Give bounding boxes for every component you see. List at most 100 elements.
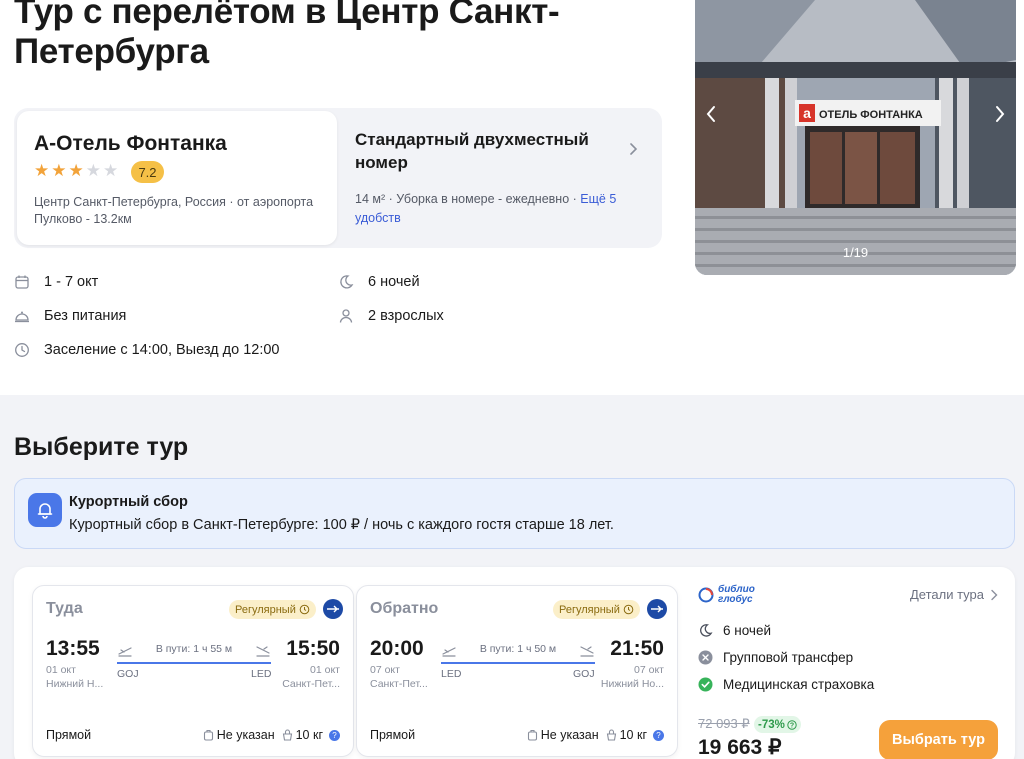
airline-logo-icon — [647, 599, 667, 619]
arrival-city: Нижний Но... — [600, 678, 664, 690]
history-icon — [299, 604, 310, 615]
departure-city: Санкт-Пет... — [370, 678, 428, 690]
detail-checkin: Заселение с 14:00, Выезд до 12:00 — [14, 342, 280, 358]
page-title: Тур с перелётом в Центр Санкт-Петербурга — [14, 0, 560, 71]
check-circle-icon — [698, 677, 713, 692]
hotel-card[interactable]: А-Отель Фонтанка ★ ★ ★ ★ ★ 7.2 Центр Сан… — [17, 111, 337, 245]
discount-badge: -73% ? — [754, 716, 801, 733]
tour-details-label: Детали тура — [909, 587, 984, 602]
detail-guests: 2 взрослых — [338, 308, 444, 324]
tour-option-card: Туда Регулярный 13:55 01 окт Нижний Н...… — [14, 567, 1015, 759]
departure-code: LED — [441, 668, 462, 680]
resort-fee-text: Курортный сбор в Санкт-Петербурге: 100 ₽… — [69, 517, 614, 533]
operator-name-line2: глобус — [718, 594, 753, 605]
detail-nights: 6 ночей — [338, 274, 420, 290]
tour-details: 1 - 7 окт Без питания Заселение с 14:00,… — [14, 274, 654, 374]
star-empty-icon: ★ — [85, 161, 101, 180]
arrival-time: 15:50 — [286, 637, 340, 660]
regular-flight-badge: Регулярный — [553, 600, 640, 619]
info-circle-icon[interactable]: ? — [787, 719, 797, 730]
flight-direction: Туда — [46, 600, 83, 617]
feature-transfer: Групповой трансфер — [698, 650, 853, 665]
hotel-name[interactable]: А-Отель Фонтанка — [34, 132, 227, 156]
tour-summary: библио глобус Детали тура 6 ночей Группо… — [698, 585, 998, 759]
arrival-date: 01 окт — [310, 664, 340, 676]
detail-meals-text: Без питания — [44, 308, 127, 324]
feature-transfer-text: Групповой трансфер — [723, 650, 854, 665]
arrival-time: 21:50 — [610, 637, 664, 660]
route-line — [441, 662, 595, 664]
moon-icon — [700, 624, 713, 637]
operator-logo-icon — [698, 587, 714, 603]
room-title[interactable]: Стандартный двухместный номер — [355, 128, 625, 174]
moon-icon — [340, 275, 354, 289]
flight-direction: Обратно — [370, 600, 439, 617]
baggage-text: Не указан — [540, 728, 599, 742]
chevron-right-icon[interactable] — [626, 142, 640, 156]
resort-fee-title: Курортный сбор — [69, 494, 188, 510]
chevron-right-icon — [991, 589, 998, 600]
baggage-info: Не указан — [527, 728, 599, 742]
airline-logo-icon — [323, 599, 343, 619]
suitcase-icon — [527, 729, 537, 741]
gallery-next-icon[interactable] — [992, 104, 1008, 124]
calendar-icon — [15, 275, 29, 289]
star-icon: ★ — [34, 161, 50, 180]
hand-baggage-text: 10 кг — [295, 728, 323, 742]
room-meta-text: 14 м² · Уборка в номере - ежедневно · — [355, 192, 581, 206]
star-icon: ★ — [68, 161, 84, 180]
feature-insurance: Медицинская страховка — [698, 677, 874, 692]
info-icon[interactable]: ? — [329, 729, 340, 741]
cross-circle-icon — [698, 650, 713, 665]
detail-dates: 1 - 7 окт — [14, 274, 98, 290]
bag-icon — [606, 729, 616, 741]
hotel-photo: а ОТЕЛЬ ФОНТАНКА — [695, 0, 1016, 275]
landing-icon — [580, 646, 594, 657]
room-meta: 14 м² · Уборка в номере - ежедневно · Ещ… — [355, 190, 645, 228]
tour-details-link[interactable]: Детали тура — [910, 587, 998, 602]
flight-footer: Прямой Не указан 10 кг ? — [46, 728, 340, 742]
flight-return[interactable]: Обратно Регулярный 20:00 07 окт Санкт-Пе… — [356, 585, 678, 757]
tour-selection: Выберите тур Курортный сбор Курортный сб… — [0, 395, 1024, 759]
hand-baggage-text: 10 кг — [619, 728, 647, 742]
landing-icon — [256, 646, 270, 657]
departure-city: Нижний Н... — [46, 678, 104, 690]
arrival-code: LED — [251, 668, 272, 680]
regular-flight-badge: Регулярный — [229, 600, 316, 619]
hand-baggage-info: 10 кг ? — [606, 728, 664, 742]
history-icon — [623, 604, 634, 615]
star-icon: ★ — [51, 161, 67, 180]
detail-meals: Без питания — [14, 308, 126, 324]
departure-date: 07 окт — [370, 664, 400, 676]
departure-time: 20:00 — [370, 637, 424, 660]
hotel-info-card: А-Отель Фонтанка ★ ★ ★ ★ ★ 7.2 Центр Сан… — [14, 108, 662, 248]
departure-time: 13:55 — [46, 637, 100, 660]
suitcase-icon — [203, 729, 213, 741]
choose-tour-button[interactable]: Выбрать тур — [879, 720, 998, 759]
hotel-sign: ОТЕЛЬ ФОНТАНКА — [819, 109, 923, 121]
discount-text: -73% — [758, 718, 785, 731]
arrival-code: GOJ — [573, 668, 595, 680]
gallery-prev-icon[interactable] — [703, 104, 719, 124]
hotel-header: Тур с перелётом в Центр Санкт-Петербурга… — [0, 0, 1024, 395]
flight-duration: В пути: 1 ч 55 м — [155, 643, 233, 655]
departure-date: 01 окт — [46, 664, 76, 676]
flight-type: Прямой — [46, 728, 92, 742]
route-line — [117, 662, 271, 664]
rating-badge: 7.2 — [131, 161, 164, 183]
flight-footer: Прямой Не указан 10 кг ? — [370, 728, 664, 742]
cloche-icon — [15, 311, 29, 323]
hotel-location: Центр Санкт-Петербурга, Россия · от аэро… — [34, 195, 314, 226]
hand-baggage-info: 10 кг ? — [282, 728, 340, 742]
arrival-date: 07 окт — [634, 664, 664, 676]
info-icon[interactable]: ? — [653, 729, 664, 741]
bell-icon — [28, 493, 62, 527]
flight-type: Прямой — [370, 728, 416, 742]
detail-dates-text: 1 - 7 окт — [44, 274, 99, 290]
arrival-city: Санкт-Пет... — [282, 678, 340, 690]
hotel-stars: ★ ★ ★ ★ ★ — [34, 161, 118, 181]
feature-nights: 6 ночей — [698, 623, 771, 638]
flight-outbound[interactable]: Туда Регулярный 13:55 01 окт Нижний Н...… — [32, 585, 354, 757]
svg-text:?: ? — [790, 722, 794, 729]
hotel-photo-gallery[interactable]: а ОТЕЛЬ ФОНТАНКА 1/19 — [695, 0, 1016, 275]
